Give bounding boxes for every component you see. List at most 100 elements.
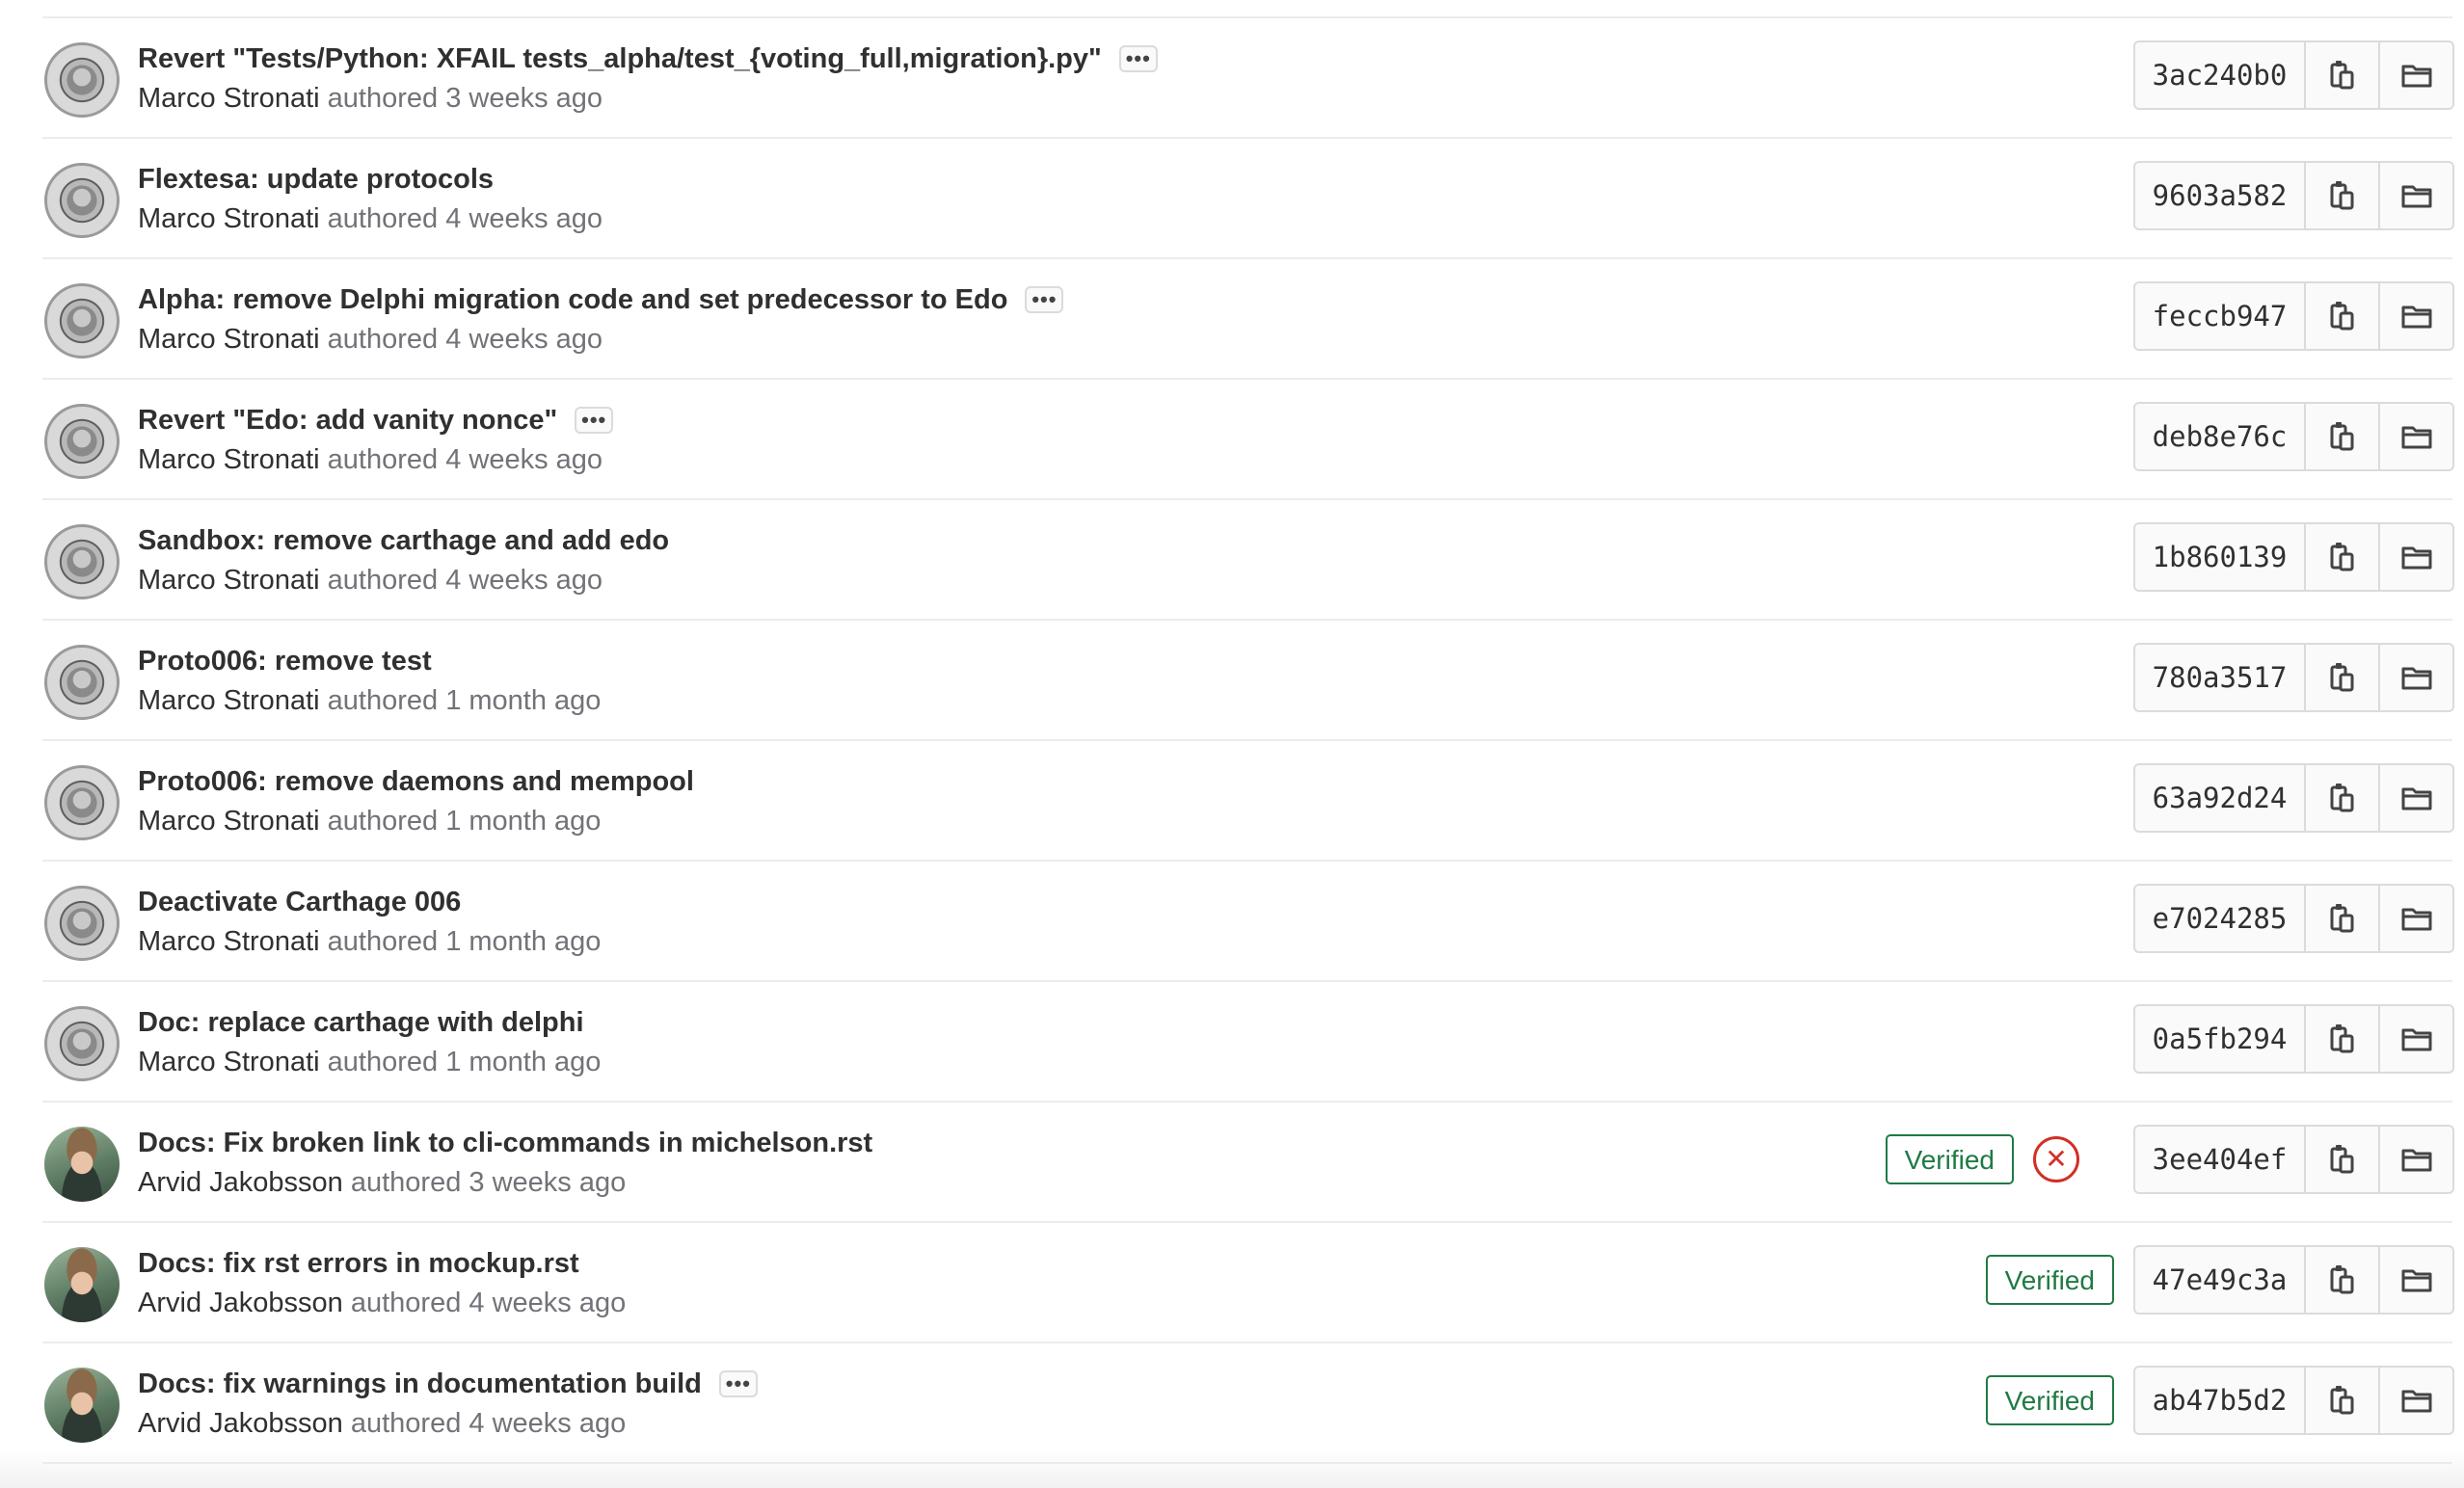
browse-files-button[interactable]: [2378, 404, 2452, 469]
toggle-description-button[interactable]: •••: [718, 1370, 758, 1397]
commit-title[interactable]: Docs: Fix broken link to cli-commands in…: [138, 1127, 872, 1159]
avatar[interactable]: [44, 163, 120, 238]
toggle-description-button[interactable]: •••: [1025, 286, 1064, 313]
browse-files-button[interactable]: [2378, 1247, 2452, 1313]
avatar[interactable]: [44, 765, 120, 840]
avatar[interactable]: [44, 42, 120, 118]
browse-files-button[interactable]: [2378, 765, 2452, 831]
commit-title[interactable]: Doc: replace carthage with delphi: [138, 1006, 584, 1039]
commit-title[interactable]: Sandbox: remove carthage and add edo: [138, 524, 669, 557]
commit-sha-button[interactable]: 1b860139: [2135, 524, 2306, 590]
commit-author[interactable]: Marco Stronati: [138, 203, 320, 234]
browse-files-button[interactable]: [2378, 1368, 2452, 1433]
commit-author[interactable]: Arvid Jakobsson: [138, 1288, 343, 1318]
copy-sha-button[interactable]: [2306, 1127, 2378, 1192]
commit-author[interactable]: Marco Stronati: [138, 444, 320, 475]
toggle-description-button[interactable]: •••: [1118, 45, 1158, 72]
avatar[interactable]: [44, 1247, 120, 1322]
avatar[interactable]: [44, 1006, 120, 1081]
commit-title[interactable]: Revert "Tests/Python: XFAIL tests_alpha/…: [138, 42, 1102, 75]
clipboard-icon: [2330, 302, 2353, 331]
folder-icon: [2401, 1269, 2431, 1292]
browse-files-button[interactable]: [2378, 283, 2452, 349]
commit-author[interactable]: Marco Stronati: [138, 1047, 320, 1077]
commit-author[interactable]: Marco Stronati: [138, 806, 320, 837]
folder-icon: [2401, 426, 2431, 449]
commit-author[interactable]: Marco Stronati: [138, 565, 320, 596]
avatar[interactable]: [44, 404, 120, 479]
commit-sha-button[interactable]: e7024285: [2135, 886, 2306, 951]
commit-button-group: 63a92d24: [2133, 763, 2454, 833]
commit-row: Doc: replace carthage with delphi Marco …: [42, 982, 2454, 1103]
browse-files-button[interactable]: [2378, 1006, 2452, 1072]
toggle-description-button[interactable]: •••: [575, 407, 614, 434]
commit-title[interactable]: Proto006: remove test: [138, 645, 432, 678]
commit-time: 1 month ago: [445, 806, 602, 837]
copy-sha-button[interactable]: [2306, 163, 2378, 228]
commit-row: Revert "Edo: add vanity nonce" ••• Marco…: [42, 380, 2454, 500]
copy-sha-button[interactable]: [2306, 404, 2378, 469]
commit-time: 4 weeks ago: [445, 203, 603, 234]
verified-badge[interactable]: Verified: [1985, 1255, 2114, 1305]
commit-sha-button[interactable]: 0a5fb294: [2135, 1006, 2306, 1072]
avatar[interactable]: [44, 1127, 120, 1202]
commit-sha-button[interactable]: 3ee404ef: [2135, 1127, 2306, 1192]
verified-badge[interactable]: Verified: [1885, 1134, 2014, 1184]
commit-title[interactable]: Flextesa: update protocols: [138, 163, 494, 196]
avatar[interactable]: [44, 886, 120, 961]
commit-sha-button[interactable]: 3ac240b0: [2135, 42, 2306, 108]
commit-title-line: Docs: fix rst errors in mockup.rst: [138, 1247, 579, 1280]
avatar[interactable]: [44, 1368, 120, 1443]
browse-files-button[interactable]: [2378, 42, 2452, 108]
commit-title[interactable]: Docs: fix warnings in documentation buil…: [138, 1368, 702, 1400]
copy-sha-button[interactable]: [2306, 886, 2378, 951]
folder-icon: [2401, 306, 2431, 329]
copy-sha-button[interactable]: [2306, 645, 2378, 710]
commit-actions: 1b860139: [2133, 522, 2454, 592]
avatar[interactable]: [44, 283, 120, 359]
commit-sha-button[interactable]: 9603a582: [2135, 163, 2306, 228]
authored-label: authored: [350, 1408, 462, 1439]
commit-author[interactable]: Marco Stronati: [138, 685, 320, 716]
commit-sha-button[interactable]: 780a3517: [2135, 645, 2306, 710]
commit-author[interactable]: Arvid Jakobsson: [138, 1167, 343, 1198]
commit-author[interactable]: Arvid Jakobsson: [138, 1408, 343, 1439]
commit-title[interactable]: Alpha: remove Delphi migration code and …: [138, 283, 1007, 316]
copy-sha-button[interactable]: [2306, 1006, 2378, 1072]
commit-author[interactable]: Marco Stronati: [138, 926, 320, 957]
copy-sha-button[interactable]: [2306, 1247, 2378, 1313]
commit-title-line: Alpha: remove Delphi migration code and …: [138, 283, 1064, 316]
browse-files-button[interactable]: [2378, 645, 2452, 710]
browse-files-button[interactable]: [2378, 886, 2452, 951]
commit-button-group: 9603a582: [2133, 161, 2454, 230]
commit-title[interactable]: Proto006: remove daemons and mempool: [138, 765, 694, 798]
copy-sha-button[interactable]: [2306, 1368, 2378, 1433]
copy-sha-button[interactable]: [2306, 42, 2378, 108]
commit-sha-button[interactable]: 63a92d24: [2135, 765, 2306, 831]
browse-files-button[interactable]: [2378, 524, 2452, 590]
commit-sha-button[interactable]: 47e49c3a: [2135, 1247, 2306, 1313]
commit-sha-button[interactable]: deb8e76c: [2135, 404, 2306, 469]
verified-badge[interactable]: Verified: [1985, 1375, 2114, 1425]
folder-icon: [2401, 1028, 2431, 1051]
commit-sha-button[interactable]: feccb947: [2135, 283, 2306, 349]
copy-sha-button[interactable]: [2306, 765, 2378, 831]
authored-label: authored: [327, 806, 439, 837]
commit-sha-button[interactable]: ab47b5d2: [2135, 1368, 2306, 1433]
avatar[interactable]: [44, 524, 120, 599]
browse-files-button[interactable]: [2378, 1127, 2452, 1192]
commit-title[interactable]: Deactivate Carthage 006: [138, 886, 461, 918]
copy-sha-button[interactable]: [2306, 524, 2378, 590]
commit-title[interactable]: Revert "Edo: add vanity nonce": [138, 404, 557, 437]
browse-files-button[interactable]: [2378, 163, 2452, 228]
clipboard-icon: [2330, 181, 2353, 210]
folder-icon: [2401, 908, 2431, 931]
commit-meta: Marco Stronati authored 1 month ago: [138, 925, 601, 958]
commit-title[interactable]: Docs: fix rst errors in mockup.rst: [138, 1247, 579, 1280]
copy-sha-button[interactable]: [2306, 283, 2378, 349]
avatar[interactable]: [44, 645, 120, 720]
pipeline-failed-icon[interactable]: ✕: [2033, 1136, 2079, 1182]
commit-author[interactable]: Marco Stronati: [138, 324, 320, 355]
commit-button-group: 780a3517: [2133, 643, 2454, 712]
commit-author[interactable]: Marco Stronati: [138, 83, 320, 114]
